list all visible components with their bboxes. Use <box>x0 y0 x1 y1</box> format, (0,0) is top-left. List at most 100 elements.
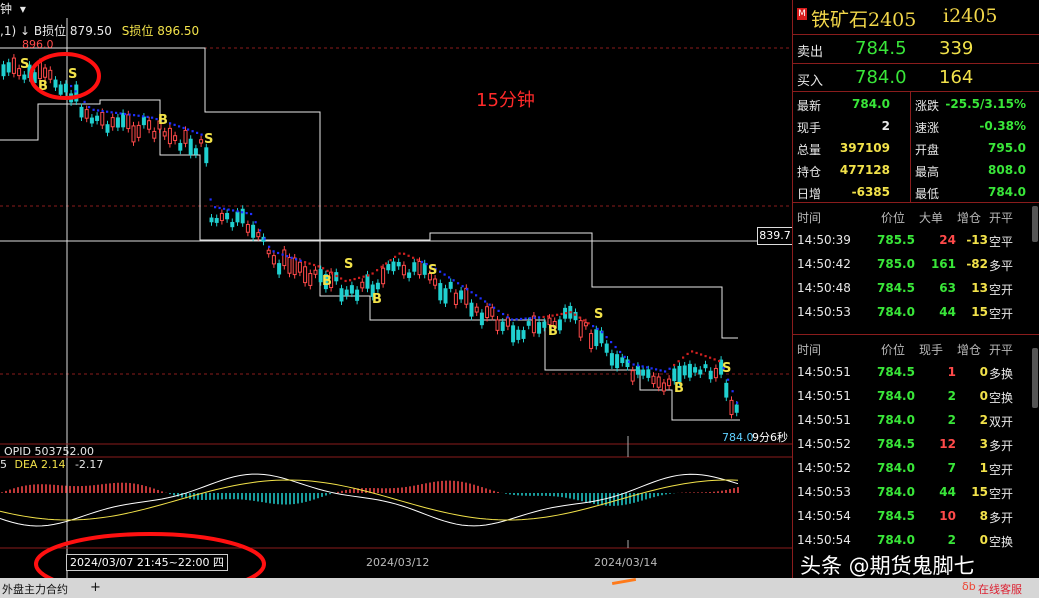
trend-dot <box>335 274 338 278</box>
candle <box>344 289 349 296</box>
trade-row[interactable]: 14:50:54 784.0 2 0 空换 <box>793 528 1039 552</box>
online-service-link[interactable]: 在线客服 <box>978 581 1022 597</box>
trend-dot <box>587 322 590 325</box>
trade-row[interactable]: 14:50:54 784.5 10 8 多开 <box>793 504 1039 528</box>
candle <box>131 125 136 143</box>
trade-row[interactable]: 14:50:48 784.5 63 13 空开 <box>793 276 1039 300</box>
trade-row[interactable]: 14:50:51 784.0 2 2 双开 <box>793 408 1039 432</box>
candle <box>136 124 141 138</box>
stat-label: 涨跌 <box>915 99 940 113</box>
chevron-down-icon[interactable]: ▾ <box>20 2 26 16</box>
trade-row[interactable]: 14:50:52 784.5 12 3 多开 <box>793 432 1039 456</box>
tab-main-contract[interactable]: 外盘主力合约 <box>2 581 68 597</box>
candle <box>526 321 531 326</box>
trend-dot <box>196 131 199 134</box>
trend-dot <box>236 210 239 213</box>
top-price-tag: 896.0 <box>22 38 54 51</box>
candle <box>282 249 287 267</box>
sell-signal: S <box>428 263 437 278</box>
candle <box>573 311 578 321</box>
candle <box>651 375 656 385</box>
menu-arrow-icon[interactable]: ↓ <box>20 24 30 38</box>
period-label[interactable]: 钟 <box>0 2 12 16</box>
trend-dot <box>524 317 527 320</box>
candle <box>48 69 53 80</box>
candle <box>110 117 115 128</box>
alert-icon[interactable]: M <box>797 8 807 20</box>
trend-dot <box>461 285 464 288</box>
buy-signal: B <box>322 274 332 289</box>
trade-volume: 44 <box>939 485 956 499</box>
trend-dot <box>308 262 311 265</box>
candle <box>729 399 734 416</box>
stop-b-label: B损位 <box>33 24 67 38</box>
price-chart[interactable]: SBSBSBSBSBSBS <box>0 0 792 578</box>
candle <box>95 115 100 121</box>
trend-dot <box>605 336 608 339</box>
candle <box>11 57 16 74</box>
column-header: 现手 <box>919 343 944 357</box>
chart-area[interactable]: SBSBSBSBSBSBS 钟 ▾ ,1) ↓ B损位 879.50 S损位 8… <box>0 0 793 578</box>
stat-label: 开盘 <box>915 143 940 157</box>
trend-dot <box>133 114 136 117</box>
candle <box>53 79 58 88</box>
trade-volume: 2 <box>947 533 956 547</box>
stat-label: 持仓 <box>797 165 822 179</box>
date-cursor-label: 2024/03/07 21:45~22:00 四 <box>66 554 229 571</box>
trade-row[interactable]: 14:50:51 784.0 2 0 空换 <box>793 384 1039 408</box>
trade-oi: 1 <box>979 461 988 475</box>
trend-dot <box>403 252 406 255</box>
trade-price: 784.5 <box>877 281 915 295</box>
chart-annotation: 15分钟 <box>476 90 535 111</box>
candle <box>521 330 526 339</box>
candle <box>173 135 178 141</box>
trend-dot <box>272 250 275 253</box>
trend-dot <box>340 277 343 280</box>
stat-value: -6385 <box>851 185 890 199</box>
stop-s-label: S损位 <box>121 24 154 38</box>
trade-row[interactable]: 14:50:53 784.0 44 15 空开 <box>793 480 1039 504</box>
trade-row[interactable]: 14:50:39 785.5 24 -13 空平 <box>793 228 1039 252</box>
trade-volume: 2 <box>947 413 956 427</box>
add-tab-button[interactable]: + <box>90 580 101 595</box>
candle <box>225 212 230 220</box>
trend-dot <box>610 340 613 344</box>
bid-row[interactable]: 买入 784.0 164 <box>793 64 1039 92</box>
trend-dot <box>443 273 446 276</box>
candle <box>204 147 209 164</box>
trend-dot <box>542 315 545 319</box>
candle <box>682 365 687 376</box>
candle <box>193 148 198 155</box>
trend-dot <box>560 312 563 316</box>
trade-time: 14:50:51 <box>797 413 851 427</box>
candle <box>609 353 614 366</box>
sell-signal: S <box>594 307 603 322</box>
candle <box>287 257 292 274</box>
candle <box>199 139 204 144</box>
column-header: 增仓 <box>957 343 982 357</box>
stat-value: 784.0 <box>852 97 890 111</box>
stop-s-value: 896.50 <box>157 24 200 38</box>
service-icon[interactable]: δb <box>962 580 976 593</box>
trade-oi: 13 <box>971 281 988 295</box>
candle <box>401 264 406 276</box>
column-header: 开平 <box>989 343 1014 357</box>
candle <box>453 292 458 305</box>
trend-dot <box>380 265 383 268</box>
stat-label: 最新 <box>797 99 822 113</box>
trend-dot <box>592 325 595 328</box>
trade-row[interactable]: 14:50:53 784.0 44 15 空开 <box>793 300 1039 324</box>
candle <box>6 62 11 73</box>
trend-dot <box>110 111 113 114</box>
trade-row[interactable]: 14:50:42 785.0 161 -82 多平 <box>793 252 1039 276</box>
trade-price: 784.5 <box>877 509 915 523</box>
trade-volume: 10 <box>939 509 956 523</box>
big-order-header: 时间 价位 大单 增仓 开平 <box>793 204 1039 228</box>
trend-dot <box>169 122 172 125</box>
ask-row[interactable]: 卖出 784.5 339 <box>793 35 1039 64</box>
macd-value: -2.17 <box>74 458 104 471</box>
trade-row[interactable]: 14:50:51 784.5 1 0 多换 <box>793 360 1039 384</box>
trade-row[interactable]: 14:50:52 784.0 7 1 空开 <box>793 456 1039 480</box>
trend-dot <box>281 253 284 256</box>
trade-time: 14:50:42 <box>797 257 851 271</box>
